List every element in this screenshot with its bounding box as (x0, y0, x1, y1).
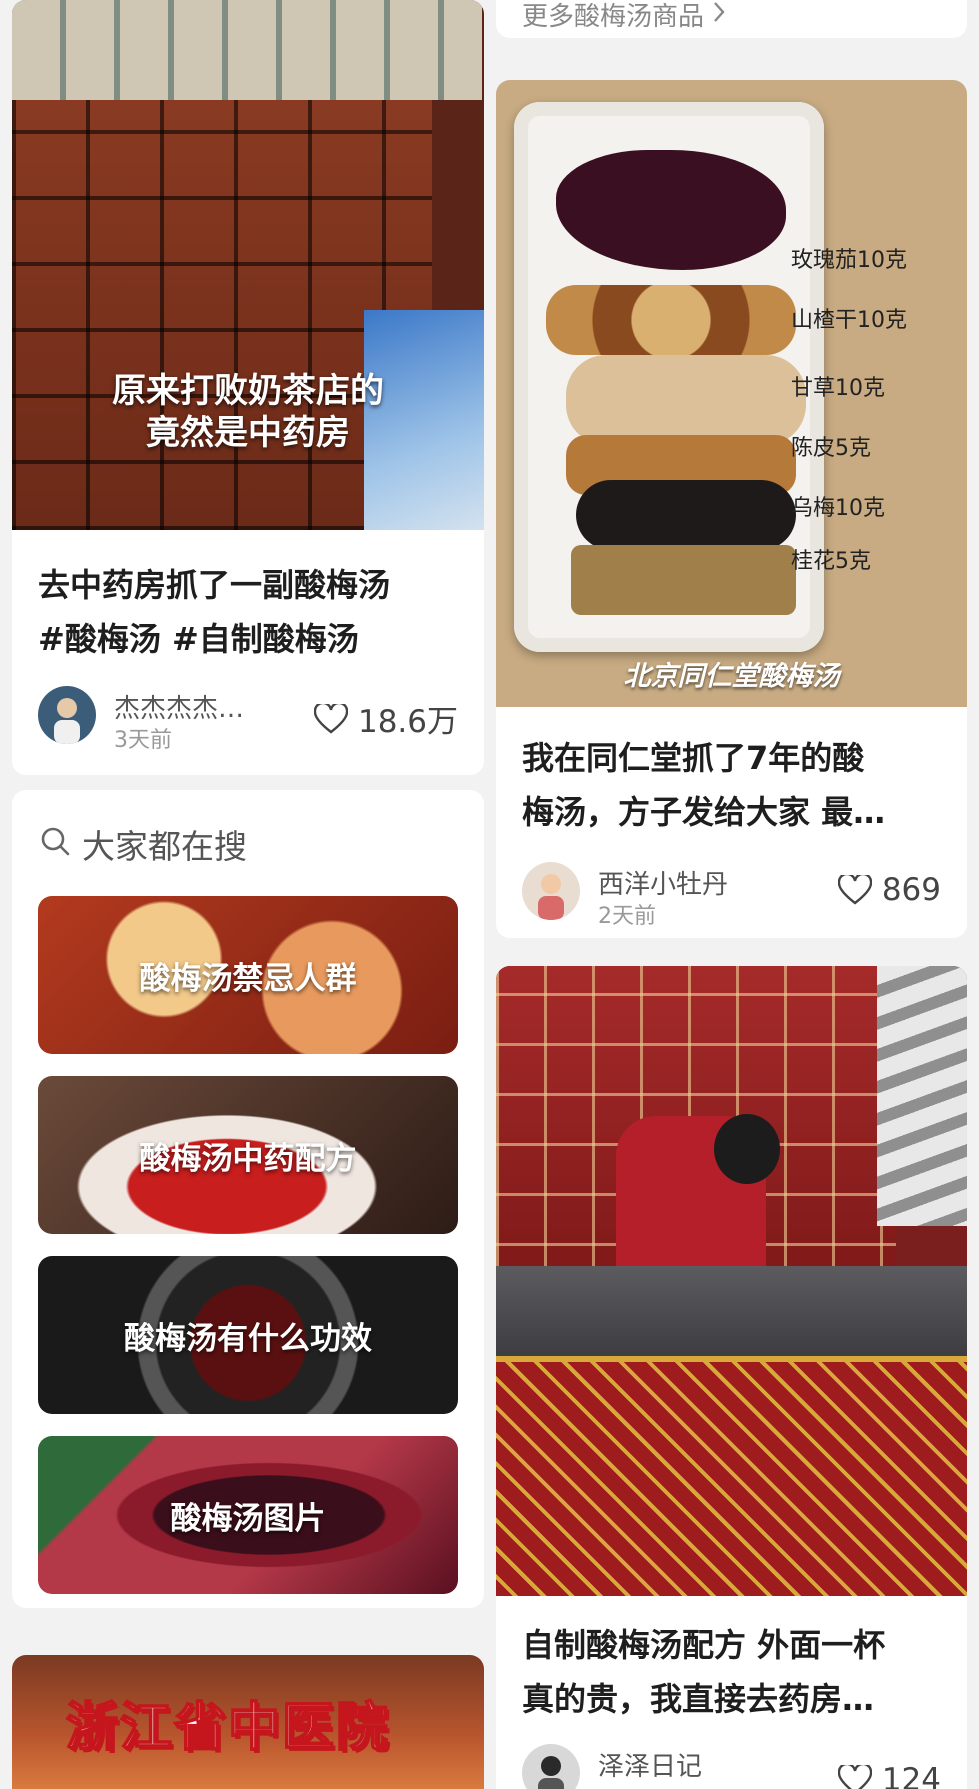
like-button[interactable]: 124 (837, 1762, 941, 1789)
post-card-pharmacy-counter[interactable]: 自制酸梅汤配方 外面一杯 真的贵，我直接去药房… 泽泽日记 124 (496, 966, 967, 1789)
product-card-tail: 更多酸梅汤商品 (496, 0, 967, 38)
post-card-pharmacy[interactable]: 原来打败奶茶店的 竟然是中药房 去中药房抓了一副酸梅汤 #酸梅汤 #自制酸梅汤 … (12, 0, 484, 775)
ingredient-label: 山楂干10克 (791, 308, 907, 333)
post-card-hospital[interactable]: 浙江省中医院 (12, 1655, 484, 1789)
ingredient-label: 甘草10克 (791, 376, 885, 401)
chevron-right-icon (712, 0, 726, 30)
post-meta: 西洋小牡丹 2天前 869 (522, 862, 941, 929)
like-count: 869 (881, 872, 941, 908)
post-time: 3天前 (114, 728, 172, 753)
like-button[interactable]: 18.6万 (313, 696, 458, 741)
post-image-pharmacy[interactable]: 原来打败奶茶店的 竟然是中药房 (12, 0, 484, 530)
ingredient-label: 陈皮5克 (791, 436, 871, 461)
more-products-link[interactable]: 更多酸梅汤商品 (522, 0, 726, 33)
like-count: 124 (881, 1762, 941, 1789)
brand-caption: 北京同仁堂酸梅汤 (623, 661, 840, 692)
heart-icon (313, 703, 348, 734)
search-suggestion-tile[interactable]: 酸梅汤图片 (38, 1436, 458, 1594)
post-meta: 杰杰杰杰… 3天前 18.6万 (38, 686, 458, 753)
post-image-herbs[interactable]: 玫瑰茄10克 山楂干10克 甘草10克 陈皮5克 乌梅10克 桂花5克 北京同仁… (496, 80, 967, 707)
ingredient-label: 桂花5克 (791, 549, 871, 574)
author-name[interactable]: 杰杰杰杰… (114, 688, 244, 725)
ingredient-label: 乌梅10克 (791, 496, 885, 521)
post-time: 2天前 (598, 904, 656, 929)
like-count: 18.6万 (357, 704, 458, 740)
search-suggestion-tile[interactable]: 酸梅汤有什么功效 (38, 1256, 458, 1414)
author-name[interactable]: 泽泽日记 (598, 1746, 702, 1783)
search-suggestion-tile[interactable]: 酸梅汤中药配方 (38, 1076, 458, 1234)
like-button[interactable]: 869 (837, 872, 941, 908)
trending-search-card: 大家都在搜 酸梅汤禁忌人群 酸梅汤中药配方 酸梅汤有什么功效 酸梅汤图片 (12, 790, 484, 1608)
avatar[interactable] (38, 686, 96, 744)
search-suggestion-tile[interactable]: 酸梅汤禁忌人群 (38, 896, 458, 1054)
author-name[interactable]: 西洋小牡丹 (598, 864, 728, 901)
avatar[interactable] (522, 1744, 580, 1789)
search-suggestion-label: 酸梅汤图片 (170, 1500, 326, 1537)
post-title[interactable]: 自制酸梅汤配方 外面一杯 真的贵，我直接去药房… (496, 1618, 967, 1726)
post-image-pharmacy-counter[interactable] (496, 966, 967, 1596)
post-meta: 泽泽日记 124 (522, 1744, 941, 1789)
avatar[interactable] (522, 862, 580, 920)
post-title[interactable]: 我在同仁堂抓了7年的酸 梅汤，方子发给大家 最… (496, 731, 967, 839)
heart-icon (837, 875, 872, 905)
post-card-recipe[interactable]: 玫瑰茄10克 山楂干10克 甘草10克 陈皮5克 乌梅10克 桂花5克 北京同仁… (496, 80, 967, 938)
image-overlay-text: 浙江省中医院 (65, 1697, 391, 1759)
search-suggestion-label: 酸梅汤中药配方 (139, 1140, 357, 1177)
ingredient-label: 玫瑰茄10克 (791, 248, 907, 273)
search-suggestion-label: 酸梅汤禁忌人群 (139, 960, 357, 997)
search-icon (40, 825, 70, 864)
search-suggestion-label: 酸梅汤有什么功效 (124, 1320, 372, 1357)
trending-search-header: 大家都在搜 (40, 820, 247, 868)
trending-search-title: 大家都在搜 (82, 827, 247, 866)
heart-icon (837, 1765, 872, 1789)
overlay-line-1: 原来打败奶茶店的 (112, 371, 384, 411)
post-title[interactable]: 去中药房抓了一副酸梅汤 #酸梅汤 #自制酸梅汤 (12, 558, 484, 666)
image-overlay-text: 原来打败奶茶店的 竟然是中药房 (12, 370, 484, 454)
overlay-line-2: 竟然是中药房 (146, 413, 350, 453)
